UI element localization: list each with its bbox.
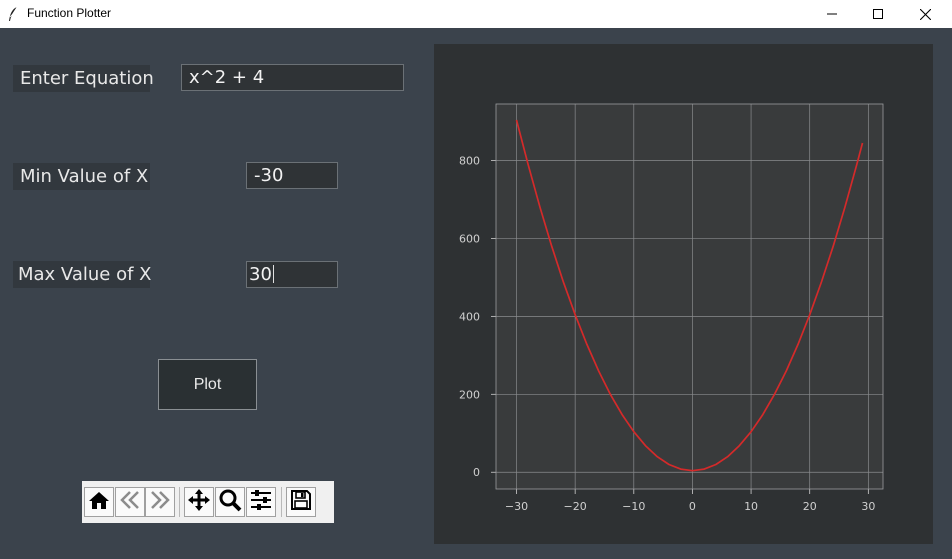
y-tick-label: 200 xyxy=(459,388,480,401)
back-button[interactable] xyxy=(115,487,145,517)
x-tick-label: −30 xyxy=(505,500,528,513)
forward-icon xyxy=(149,490,171,514)
x-tick-label: −10 xyxy=(622,500,645,513)
toolbar-separator xyxy=(179,487,180,517)
y-tick-label: 800 xyxy=(459,155,480,168)
back-icon xyxy=(119,490,141,514)
zoom-button[interactable] xyxy=(215,487,245,517)
feather-icon xyxy=(7,6,19,22)
window-title: Function Plotter xyxy=(27,6,112,20)
text-caret xyxy=(272,265,274,283)
function-plot-chart: −30 −20 −10 0 10 20 30 0 200 400 600 800 xyxy=(459,103,884,513)
pan-icon xyxy=(187,488,211,516)
home-button[interactable] xyxy=(84,487,114,517)
plot-button[interactable]: Plot xyxy=(158,359,257,410)
pan-button[interactable] xyxy=(184,487,214,517)
x-tick-label: 20 xyxy=(803,500,817,513)
window-titlebar: Function Plotter xyxy=(0,0,952,28)
x-tick-label: −20 xyxy=(564,500,587,513)
max-x-input[interactable]: 30 xyxy=(246,261,338,288)
x-tick-label: 10 xyxy=(744,500,758,513)
navigation-toolbar xyxy=(82,481,334,523)
configure-subplots-button[interactable] xyxy=(246,487,276,517)
close-button[interactable] xyxy=(902,0,948,28)
maximize-icon xyxy=(873,9,883,19)
x-tick-label: 0 xyxy=(689,500,696,513)
min-x-input[interactable]: -30 xyxy=(246,162,338,189)
maximize-button[interactable] xyxy=(855,0,901,28)
equation-label: Enter Equation xyxy=(13,65,154,92)
close-icon xyxy=(919,8,931,20)
forward-button[interactable] xyxy=(145,487,175,517)
min-x-input-value: -30 xyxy=(254,165,284,186)
max-x-input-value: 30 xyxy=(249,264,272,285)
x-tick-label: 30 xyxy=(861,500,875,513)
save-button[interactable] xyxy=(286,487,316,517)
equation-input[interactable]: x^2 + 4 xyxy=(181,64,404,91)
save-icon xyxy=(290,489,312,515)
y-tick-label: 600 xyxy=(459,232,480,245)
max-x-label: Max Value of X xyxy=(13,261,152,288)
minimize-button[interactable] xyxy=(809,0,855,28)
y-tick-label: 400 xyxy=(459,310,480,323)
y-tick-label: 0 xyxy=(473,466,480,479)
plot-figure: −30 −20 −10 0 10 20 30 0 200 400 600 800 xyxy=(434,44,933,544)
home-icon xyxy=(88,490,110,514)
configure-subplots-icon xyxy=(249,489,273,515)
min-x-label: Min Value of X xyxy=(13,163,150,190)
minimize-icon xyxy=(827,9,837,19)
equation-input-value: x^2 + 4 xyxy=(189,67,265,88)
toolbar-separator xyxy=(281,487,282,517)
plot-area xyxy=(496,104,883,489)
zoom-icon xyxy=(218,488,242,516)
